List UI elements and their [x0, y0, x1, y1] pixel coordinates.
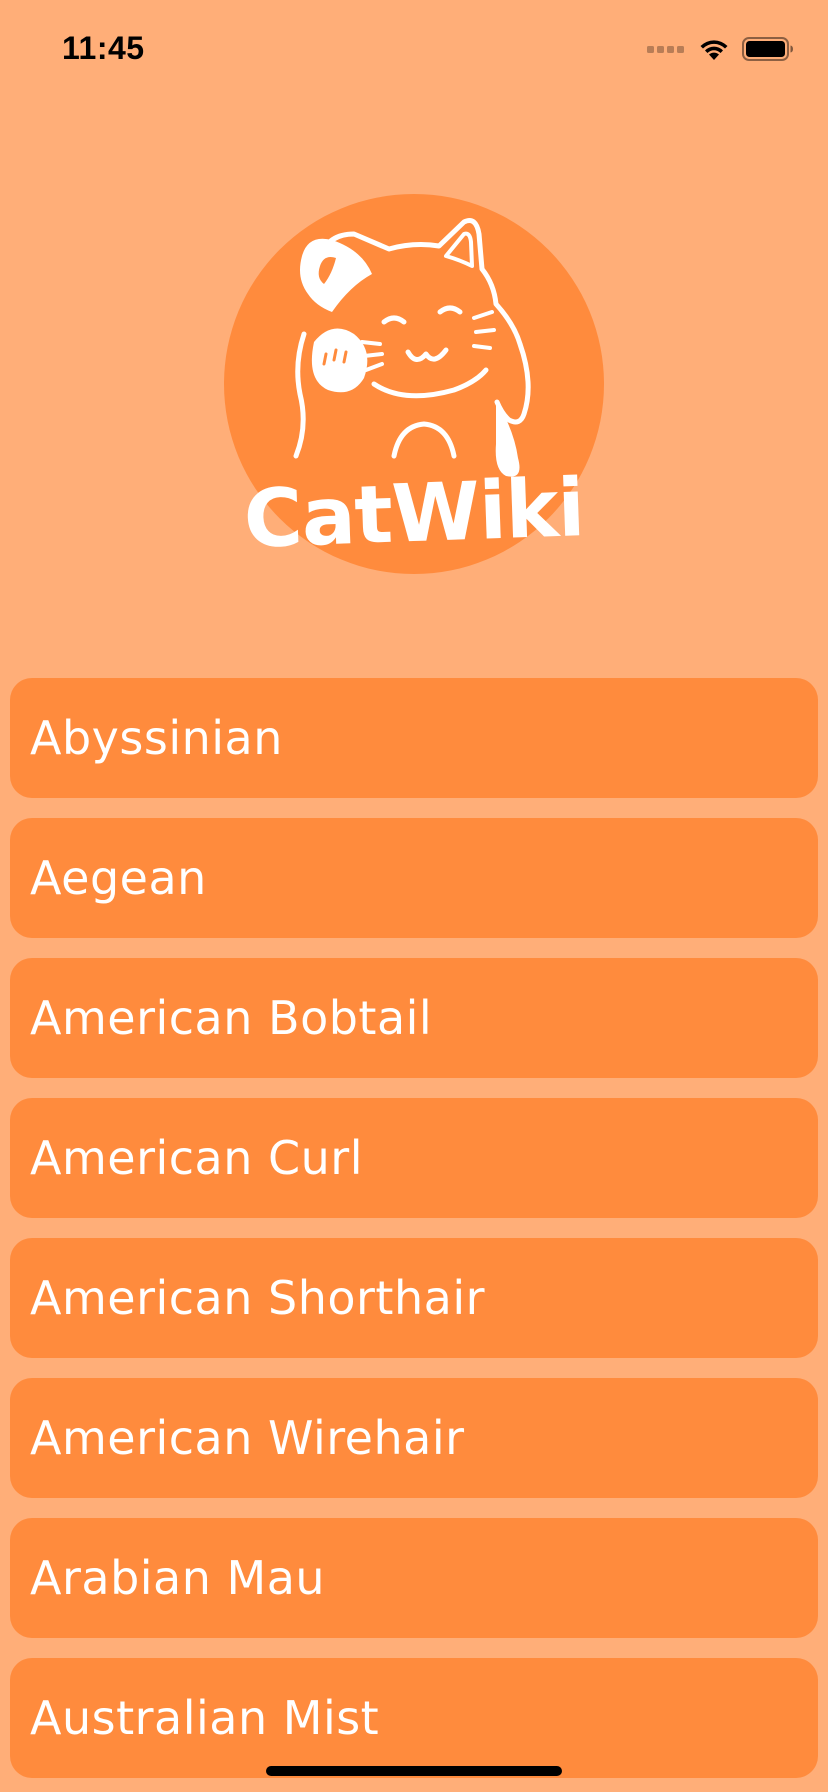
breed-label: American Shorthair: [30, 1271, 486, 1325]
breed-label: Aegean: [30, 851, 207, 905]
breed-label: American Wirehair: [30, 1411, 465, 1465]
list-item[interactable]: American Shorthair: [10, 1238, 818, 1358]
list-item[interactable]: American Curl: [10, 1098, 818, 1218]
breed-label: Abyssinian: [30, 711, 283, 765]
status-icons: [647, 36, 794, 62]
breed-label: Arabian Mau: [30, 1551, 326, 1605]
status-time: 11:45: [62, 30, 145, 66]
list-item[interactable]: American Bobtail: [10, 958, 818, 1078]
cellular-signal-icon: [647, 45, 684, 53]
list-item[interactable]: Australian Mist: [10, 1658, 818, 1778]
list-item[interactable]: Arabian Mau: [10, 1518, 818, 1638]
list-item[interactable]: Aegean: [10, 818, 818, 938]
breed-list: Abyssinian Aegean American Bobtail Ameri…: [10, 678, 818, 1792]
home-indicator[interactable]: [266, 1766, 562, 1776]
catwiki-logo: CatWiki: [224, 194, 604, 574]
battery-icon: [742, 36, 794, 62]
list-item[interactable]: American Wirehair: [10, 1378, 818, 1498]
breed-label: Australian Mist: [30, 1691, 380, 1745]
breed-label: American Curl: [30, 1131, 363, 1185]
list-item[interactable]: Abyssinian: [10, 678, 818, 798]
app-screen: 11:45 CatWiki Abyssinian Aegean American…: [0, 0, 828, 1792]
logo-text: CatWiki: [242, 461, 586, 566]
breed-label: American Bobtail: [30, 991, 433, 1045]
status-bar: 11:45: [0, 0, 828, 100]
wifi-icon: [698, 37, 730, 61]
